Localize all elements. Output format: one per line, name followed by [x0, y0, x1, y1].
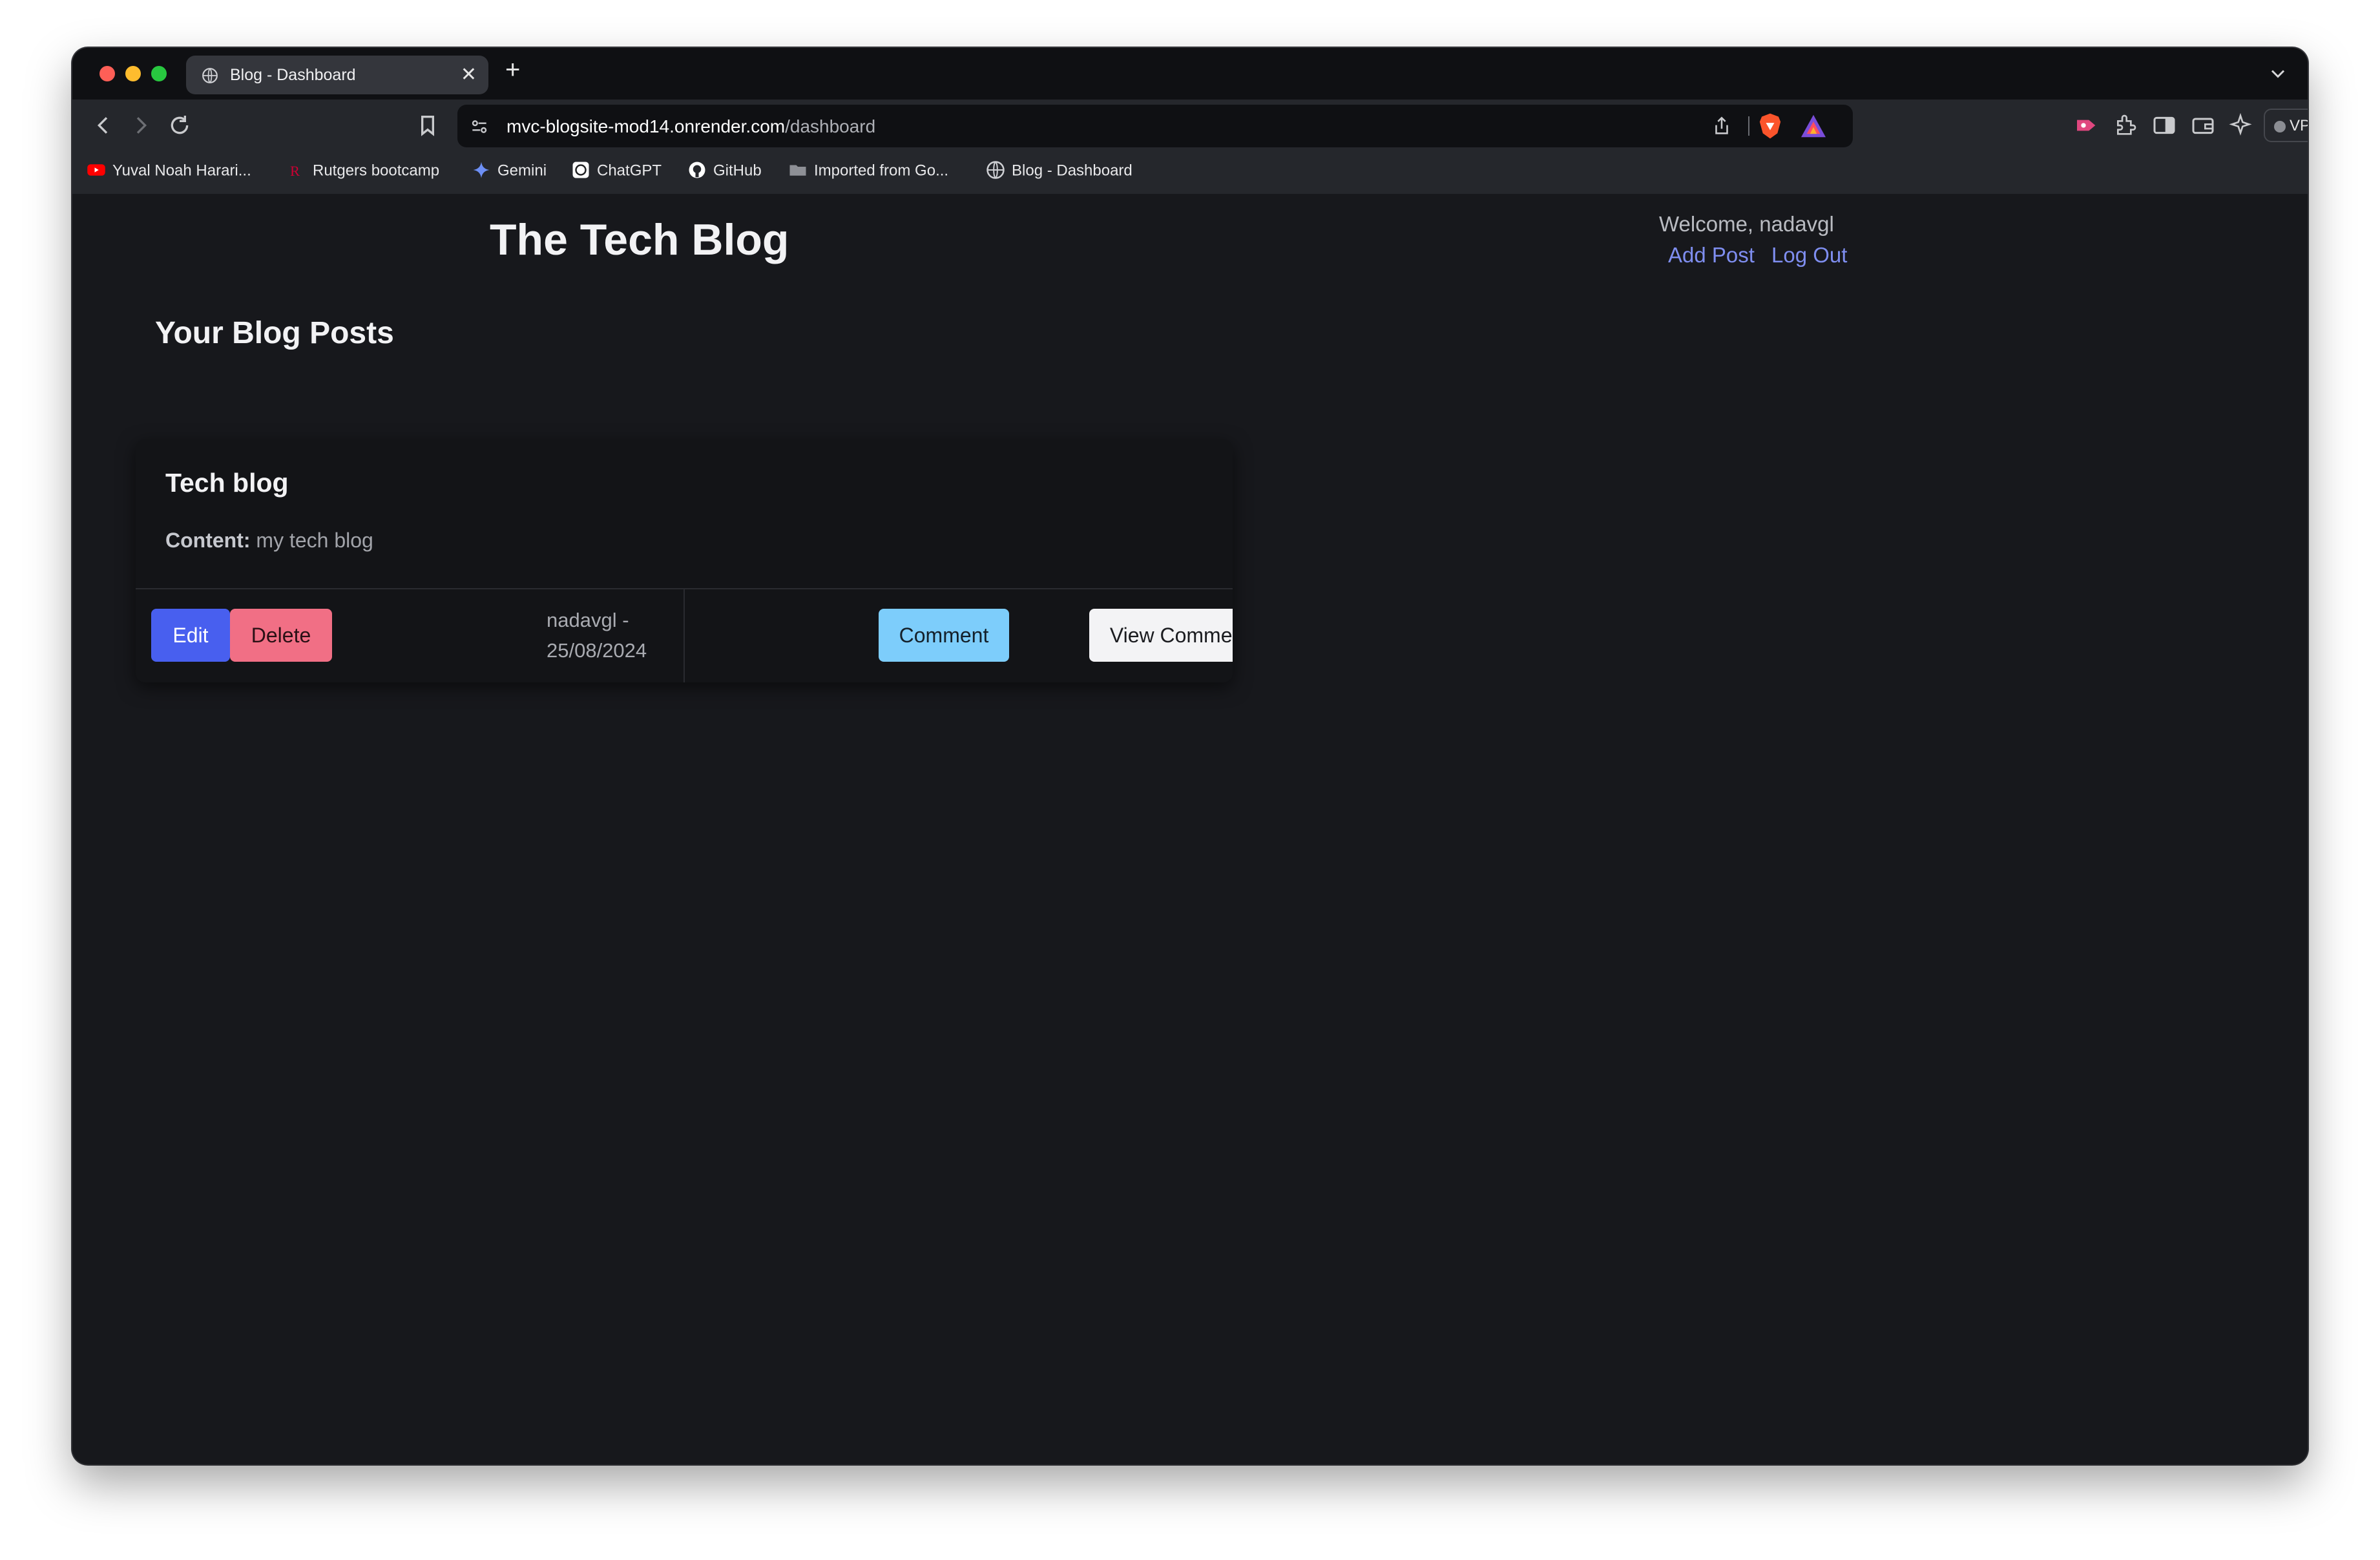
minimize-window-button[interactable]	[125, 66, 141, 81]
close-tab-icon[interactable]: ✕	[461, 63, 477, 86]
post-card: Tech blog Content: my tech blog Edit Del…	[136, 439, 1233, 682]
bookmark-label: Blog - Dashboard	[1012, 162, 1133, 180]
svg-text:R: R	[290, 163, 300, 179]
post-meta: nadavgl - 25/08/2024	[547, 605, 647, 666]
forward-icon[interactable]	[128, 112, 154, 138]
github-icon	[689, 162, 705, 178]
vpn-status-dot	[2274, 121, 2286, 132]
url-path: /dashboard	[785, 116, 876, 136]
folder-icon	[789, 165, 806, 176]
bookmark-imported-folder[interactable]: Imported from Go...	[788, 162, 948, 181]
edit-button[interactable]: Edit	[151, 609, 230, 662]
bookmark-label: ChatGPT	[597, 162, 662, 180]
bookmark-label: Imported from Go...	[814, 162, 949, 180]
youtube-icon	[87, 164, 105, 176]
gemini-icon	[473, 162, 490, 178]
bookmark-blog-dashboard[interactable]: Blog - Dashboard	[986, 161, 1133, 181]
tab-title: Blog - Dashboard	[230, 66, 356, 84]
post-date: 25/08/2024	[547, 639, 647, 662]
globe-icon	[986, 161, 1005, 179]
welcome-text: Welcome, nadavgl	[1659, 212, 1834, 236]
page-content: The Tech Blog Welcome, nadavgl Add Post …	[72, 194, 2308, 1464]
log-out-link[interactable]: Log Out	[1771, 243, 1847, 268]
bookmark-youtube[interactable]: Yuval Noah Harari...	[87, 162, 251, 181]
browser-toolbar: mvc-blogsite-mod14.onrender.com/dashboar…	[72, 100, 2308, 151]
sidebar-toggle-icon[interactable]	[2151, 112, 2177, 138]
leo-ai-icon[interactable]	[2228, 112, 2253, 138]
footer-divider	[684, 589, 685, 682]
bookmark-label: Yuval Noah Harari...	[112, 162, 251, 180]
site-title[interactable]: The Tech Blog	[490, 215, 789, 265]
bookmarks-bar: Yuval Noah Harari... R Rutgers bootcamp …	[72, 151, 2308, 194]
new-tab-button[interactable]: +	[505, 56, 520, 85]
url-text: mvc-blogsite-mod14.onrender.com/dashboar…	[506, 116, 875, 137]
comment-button[interactable]: Comment	[879, 609, 1009, 662]
url-host: mvc-blogsite-mod14.onrender.com	[506, 116, 786, 136]
back-icon[interactable]	[90, 112, 116, 138]
section-title: Your Blog Posts	[155, 316, 394, 350]
bookmark-chatgpt[interactable]: ChatGPT	[571, 162, 662, 181]
brave-shields-icon[interactable]	[1757, 112, 1783, 140]
add-post-link[interactable]: Add Post	[1668, 243, 1755, 268]
reload-icon[interactable]	[167, 112, 193, 138]
bookmark-label: Gemini	[497, 162, 547, 180]
post-content: Content: my tech blog	[165, 529, 373, 553]
share-icon[interactable]	[1711, 115, 1733, 137]
vpn-button[interactable]: VPN	[2264, 109, 2308, 142]
post-footer: Edit Delete nadavgl - 25/08/2024 Comment…	[136, 588, 1233, 682]
bookmark-github[interactable]: GitHub	[687, 162, 762, 181]
video-extension-icon[interactable]	[2074, 112, 2100, 138]
vpn-label: VPN	[2290, 117, 2308, 134]
tab-blog-dashboard[interactable]: Blog - Dashboard ✕	[186, 56, 488, 94]
bookmark-rutgers[interactable]: R Rutgers bootcamp	[287, 162, 439, 181]
content-text: my tech blog	[256, 529, 373, 552]
extensions-puzzle-icon[interactable]	[2113, 112, 2138, 138]
tab-strip: Blog - Dashboard ✕ +	[72, 48, 2308, 100]
view-comments-button[interactable]: View Comments	[1089, 609, 1233, 662]
wallet-icon[interactable]	[2190, 112, 2216, 138]
chatgpt-icon	[572, 162, 589, 178]
site-settings-icon[interactable]	[469, 116, 490, 137]
rutgers-icon: R	[290, 163, 300, 179]
chevron-down-icon[interactable]	[2266, 62, 2290, 85]
delete-button[interactable]: Delete	[230, 609, 332, 662]
url-divider	[1748, 116, 1749, 136]
close-window-button[interactable]	[99, 66, 115, 81]
bookmark-gemini[interactable]: Gemini	[472, 162, 547, 181]
post-author: nadavgl -	[547, 609, 629, 631]
bookmark-icon[interactable]	[415, 112, 441, 138]
globe-icon	[202, 68, 218, 83]
brave-rewards-icon[interactable]	[1800, 114, 1827, 138]
post-title: Tech blog	[165, 468, 289, 498]
bookmark-label: Rutgers bootcamp	[313, 162, 440, 180]
content-label: Content:	[165, 529, 251, 552]
bookmark-label: GitHub	[713, 162, 762, 180]
maximize-window-button[interactable]	[151, 66, 167, 81]
address-bar[interactable]: mvc-blogsite-mod14.onrender.com/dashboar…	[457, 105, 1853, 147]
browser-window: Blog - Dashboard ✕ + mvc-blogsite-mod14.…	[72, 48, 2308, 1464]
